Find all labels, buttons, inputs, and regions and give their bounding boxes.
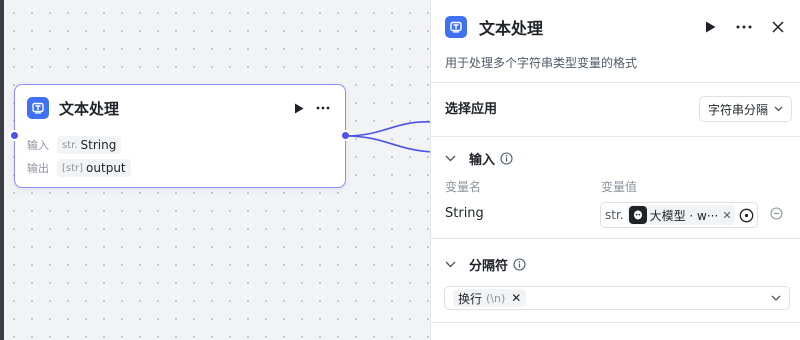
panel-title: 文本处理	[479, 19, 544, 38]
canvas-left-edge	[0, 0, 4, 340]
chevron-down-icon[interactable]	[445, 261, 459, 268]
select-app-label: 选择应用	[445, 102, 498, 117]
info-icon[interactable]	[513, 257, 526, 271]
inputs-label: 输入	[27, 139, 49, 152]
chevron-down-icon[interactable]	[771, 295, 781, 301]
divider	[431, 82, 800, 83]
input-var-name: String	[80, 138, 117, 152]
input-var-row-name: String	[445, 206, 484, 221]
node-outputs-row: 输出 [str] output	[27, 158, 131, 178]
close-icon[interactable]: ✕	[511, 291, 521, 305]
node-inputs-row: 输入 str. String	[27, 135, 122, 155]
var-reference-chip[interactable]: 大模型 · w··· ✕	[626, 205, 735, 225]
panel-app-icon	[445, 16, 467, 38]
output-var-type: [str]	[62, 162, 84, 174]
panel-header: 文本处理	[445, 14, 790, 40]
node-title: 文本处理	[59, 99, 120, 118]
output-var-chip: [str] output	[57, 159, 131, 177]
separator-tag: 换行 (\n) ✕	[453, 289, 527, 307]
separator-section-title: 分隔符	[469, 258, 509, 274]
separator-select[interactable]: 换行 (\n) ✕	[444, 286, 790, 310]
select-app-value: 字符串分隔	[707, 102, 768, 117]
chevron-down-icon[interactable]	[445, 155, 459, 162]
panel-description: 用于处理多个字符串类型变量的格式	[445, 56, 638, 70]
column-header-name: 变量名	[445, 180, 482, 194]
close-icon[interactable]	[766, 15, 790, 39]
output-var-name: output	[86, 161, 126, 175]
target-icon[interactable]	[739, 208, 754, 223]
play-icon[interactable]	[698, 15, 722, 39]
separator-tag-hint: (\n)	[486, 291, 506, 305]
input-section-header[interactable]: 输入	[445, 147, 513, 169]
info-icon[interactable]	[500, 151, 513, 165]
separator-section-header[interactable]: 分隔符	[445, 253, 526, 275]
chevron-down-icon	[774, 106, 783, 112]
var-reference-text: 大模型 · w···	[649, 208, 719, 223]
play-icon[interactable]	[287, 96, 311, 120]
node-connection-edges	[345, 121, 434, 153]
input-var-chip: str. String	[57, 136, 122, 154]
column-header-value: 变量值	[601, 180, 638, 194]
input-var-value-field[interactable]: str. 大模型 · w··· ✕	[600, 202, 758, 228]
node-header: 文本处理	[27, 95, 335, 121]
remove-icon[interactable]	[770, 207, 783, 220]
input-var-type: str.	[62, 139, 78, 151]
close-icon[interactable]: ✕	[722, 209, 731, 222]
node-input-port[interactable]	[9, 130, 20, 141]
outputs-label: 输出	[27, 162, 49, 175]
more-icon[interactable]	[732, 15, 756, 39]
select-app-dropdown[interactable]: 字符串分隔	[698, 96, 792, 122]
separator-tag-label: 换行	[458, 291, 483, 306]
more-icon[interactable]	[311, 96, 335, 120]
divider	[431, 322, 800, 323]
llm-node-icon	[628, 206, 647, 224]
input-section-title: 输入	[469, 152, 496, 168]
text-process-app-icon	[27, 97, 49, 119]
text-process-node[interactable]: 文本处理 输入 str. String 输出 [str] output	[9, 84, 351, 188]
divider	[431, 238, 800, 239]
divider	[431, 136, 800, 137]
var-value-type: str.	[605, 208, 624, 222]
